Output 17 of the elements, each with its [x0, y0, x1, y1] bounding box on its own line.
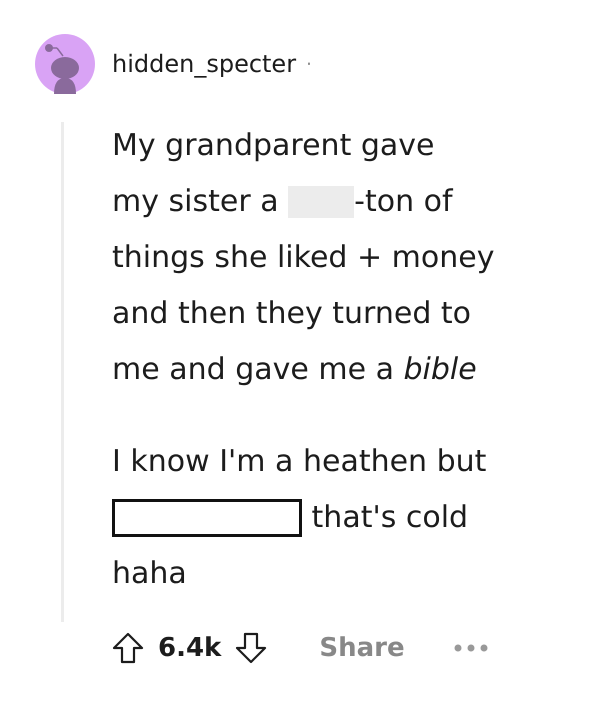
comment-text: My grandparent gave	[112, 127, 434, 165]
comment-text: that's cold	[310, 499, 468, 537]
comment-text: -ton of	[354, 183, 453, 221]
comment-text: things she liked + money	[112, 239, 494, 277]
comment-text: haha	[112, 555, 187, 593]
upvote-icon[interactable]	[112, 632, 144, 664]
comment-text: me and gave me a bible	[112, 351, 477, 389]
vote-count: 6.4k	[158, 633, 222, 663]
separator-dot: ·	[306, 54, 312, 74]
more-icon[interactable]	[452, 643, 489, 653]
comment-text: I know I'm a heathen but	[112, 443, 486, 481]
avatar-icon[interactable]	[35, 34, 95, 94]
downvote-icon[interactable]	[235, 632, 268, 664]
share-button[interactable]: Share	[311, 633, 413, 663]
comment-text: my sister a	[112, 183, 280, 221]
comment-text: and then they turned to	[112, 295, 472, 333]
username[interactable]: hidden_specter	[112, 50, 296, 78]
